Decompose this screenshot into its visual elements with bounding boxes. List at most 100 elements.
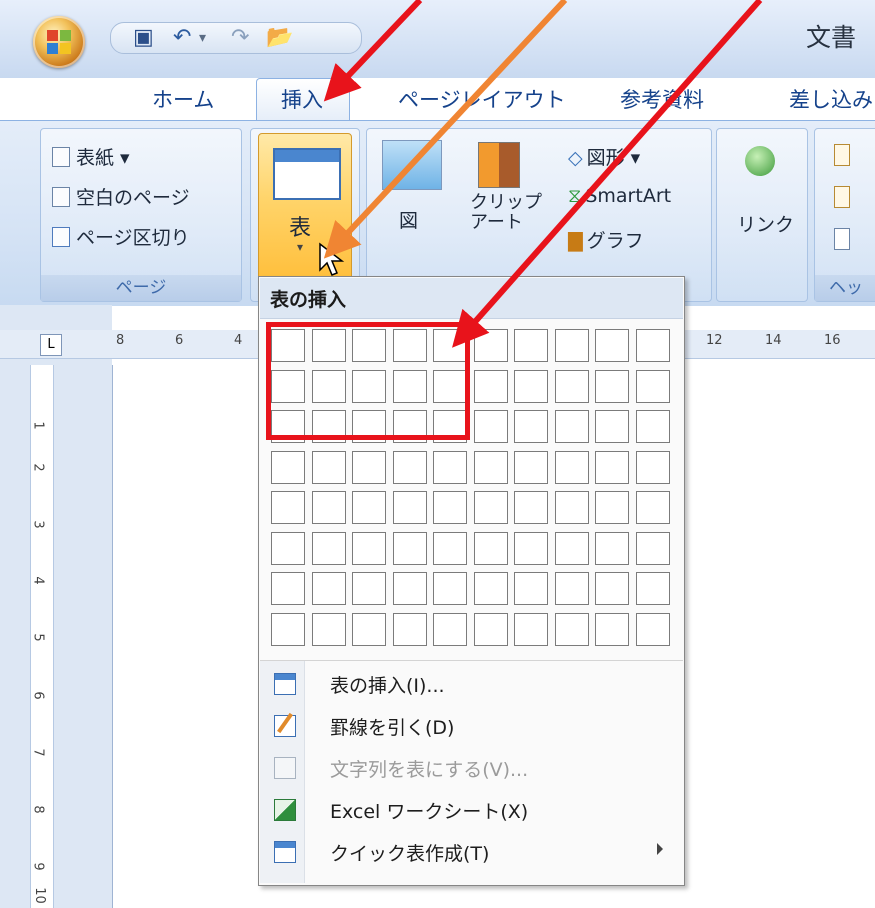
grid-cell[interactable] [352,491,386,524]
grid-cell[interactable] [311,450,346,484]
grid-cell[interactable] [514,410,548,443]
grid-cell[interactable] [392,572,427,605]
grid-cell[interactable] [271,450,305,484]
clipart-icon[interactable] [478,142,520,188]
grid-cell[interactable] [311,531,346,565]
grid-cell[interactable] [554,572,589,605]
undo-icon[interactable]: ↶ [173,26,191,50]
smartart-button[interactable]: ⧖ SmartArt [568,185,671,207]
grid-cell[interactable] [433,612,467,646]
menu-item-excel-worksheet[interactable]: Excel ワークシート(X) [260,789,683,831]
grid-cell[interactable] [554,450,589,484]
grid-cell[interactable] [271,491,305,524]
grid-cell[interactable] [514,491,548,524]
grid-cell[interactable] [635,329,670,362]
grid-cell[interactable] [352,531,386,565]
chart-button[interactable]: ▇ グラフ [568,226,644,253]
grid-cell[interactable] [352,572,386,605]
open-folder-icon[interactable]: 📂 [266,26,293,50]
grid-cell[interactable] [554,531,589,565]
picture-label[interactable]: 図 [399,206,418,233]
grid-cell[interactable] [473,572,508,605]
grid-cell[interactable] [595,369,629,403]
grid-cell[interactable] [433,531,467,565]
grid-cell[interactable] [514,369,548,403]
grid-cell[interactable] [473,410,508,443]
grid-cell[interactable] [473,329,508,362]
menu-item-insert-table[interactable]: 表の挿入(I)... [260,663,683,705]
grid-cell[interactable] [554,410,589,443]
page-number-icon[interactable] [834,228,850,250]
grid-cell[interactable] [473,531,508,565]
grid-cell[interactable] [595,450,629,484]
chart-icon: ▇ [568,230,583,252]
grid-cell[interactable] [554,612,589,646]
grid-cell[interactable] [433,572,467,605]
window-title: 文書 [806,23,857,52]
grid-cell[interactable] [392,450,427,484]
page-break-button[interactable]: ページ区切り [52,223,190,250]
grid-cell[interactable] [433,491,467,524]
grid-cell[interactable] [271,612,305,646]
grid-cell[interactable] [554,491,589,524]
blank-page-button[interactable]: 空白のページ [52,183,190,210]
grid-cell[interactable] [554,329,589,362]
grid-cell[interactable] [635,410,670,443]
grid-cell[interactable] [595,410,629,443]
grid-cell[interactable] [311,491,346,524]
menu-item-quick-tables[interactable]: クイック表作成(T) [260,831,683,873]
office-logo-icon [47,30,71,54]
grid-cell[interactable] [595,329,629,362]
clipart-label[interactable]: クリップ アート [470,193,542,233]
grid-cell[interactable] [635,572,670,605]
grid-cell[interactable] [514,329,548,362]
grid-cell[interactable] [473,612,508,646]
tab-mailings[interactable]: 差し込み [789,84,873,114]
tab-home[interactable]: ホーム [152,84,214,114]
link-label[interactable]: リンク [737,210,794,237]
grid-cell[interactable] [635,612,670,646]
grid-cell[interactable] [595,572,629,605]
grid-cell[interactable] [352,450,386,484]
grid-cell[interactable] [595,612,629,646]
redo-icon[interactable]: ↷ [231,26,249,50]
grid-cell[interactable] [514,612,548,646]
grid-cell[interactable] [311,572,346,605]
grid-cell[interactable] [271,572,305,605]
grid-cell[interactable] [473,450,508,484]
tab-insert[interactable]: 挿入 [281,84,323,114]
grid-cell[interactable] [392,531,427,565]
grid-cell[interactable] [514,531,548,565]
menu-item-draw-table[interactable]: 罫線を引く(D) [260,705,683,747]
grid-cell[interactable] [635,369,670,403]
grid-cell[interactable] [635,531,670,565]
tab-stop-selector[interactable]: L [40,334,62,356]
tab-references[interactable]: 参考資料 [620,84,704,114]
grid-cell[interactable] [595,531,629,565]
grid-cell[interactable] [392,491,427,524]
save-icon[interactable]: ▣ [133,26,154,50]
grid-cell[interactable] [635,450,670,484]
picture-icon[interactable] [382,140,442,190]
footer-icon[interactable] [834,186,850,208]
undo-dropdown-icon[interactable]: ▾ [199,26,206,50]
office-button[interactable] [33,16,85,68]
grid-cell[interactable] [473,491,508,524]
grid-cell[interactable] [433,450,467,484]
tab-page-layout[interactable]: ページレイアウト [398,84,566,114]
grid-cell[interactable] [311,612,346,646]
grid-cell[interactable] [392,612,427,646]
vruler-number: 3 [30,520,46,529]
grid-cell[interactable] [554,369,589,403]
grid-cell[interactable] [514,572,548,605]
grid-cell[interactable] [352,612,386,646]
shapes-button[interactable]: ◇ 図形 ▾ [568,143,640,170]
grid-cell[interactable] [514,450,548,484]
cover-page-button[interactable]: 表紙 ▾ [52,143,130,170]
grid-cell[interactable] [635,491,670,524]
grid-cell[interactable] [595,491,629,524]
grid-cell[interactable] [271,531,305,565]
link-icon[interactable] [745,146,775,176]
grid-cell[interactable] [473,369,508,403]
header-icon[interactable] [834,144,850,166]
